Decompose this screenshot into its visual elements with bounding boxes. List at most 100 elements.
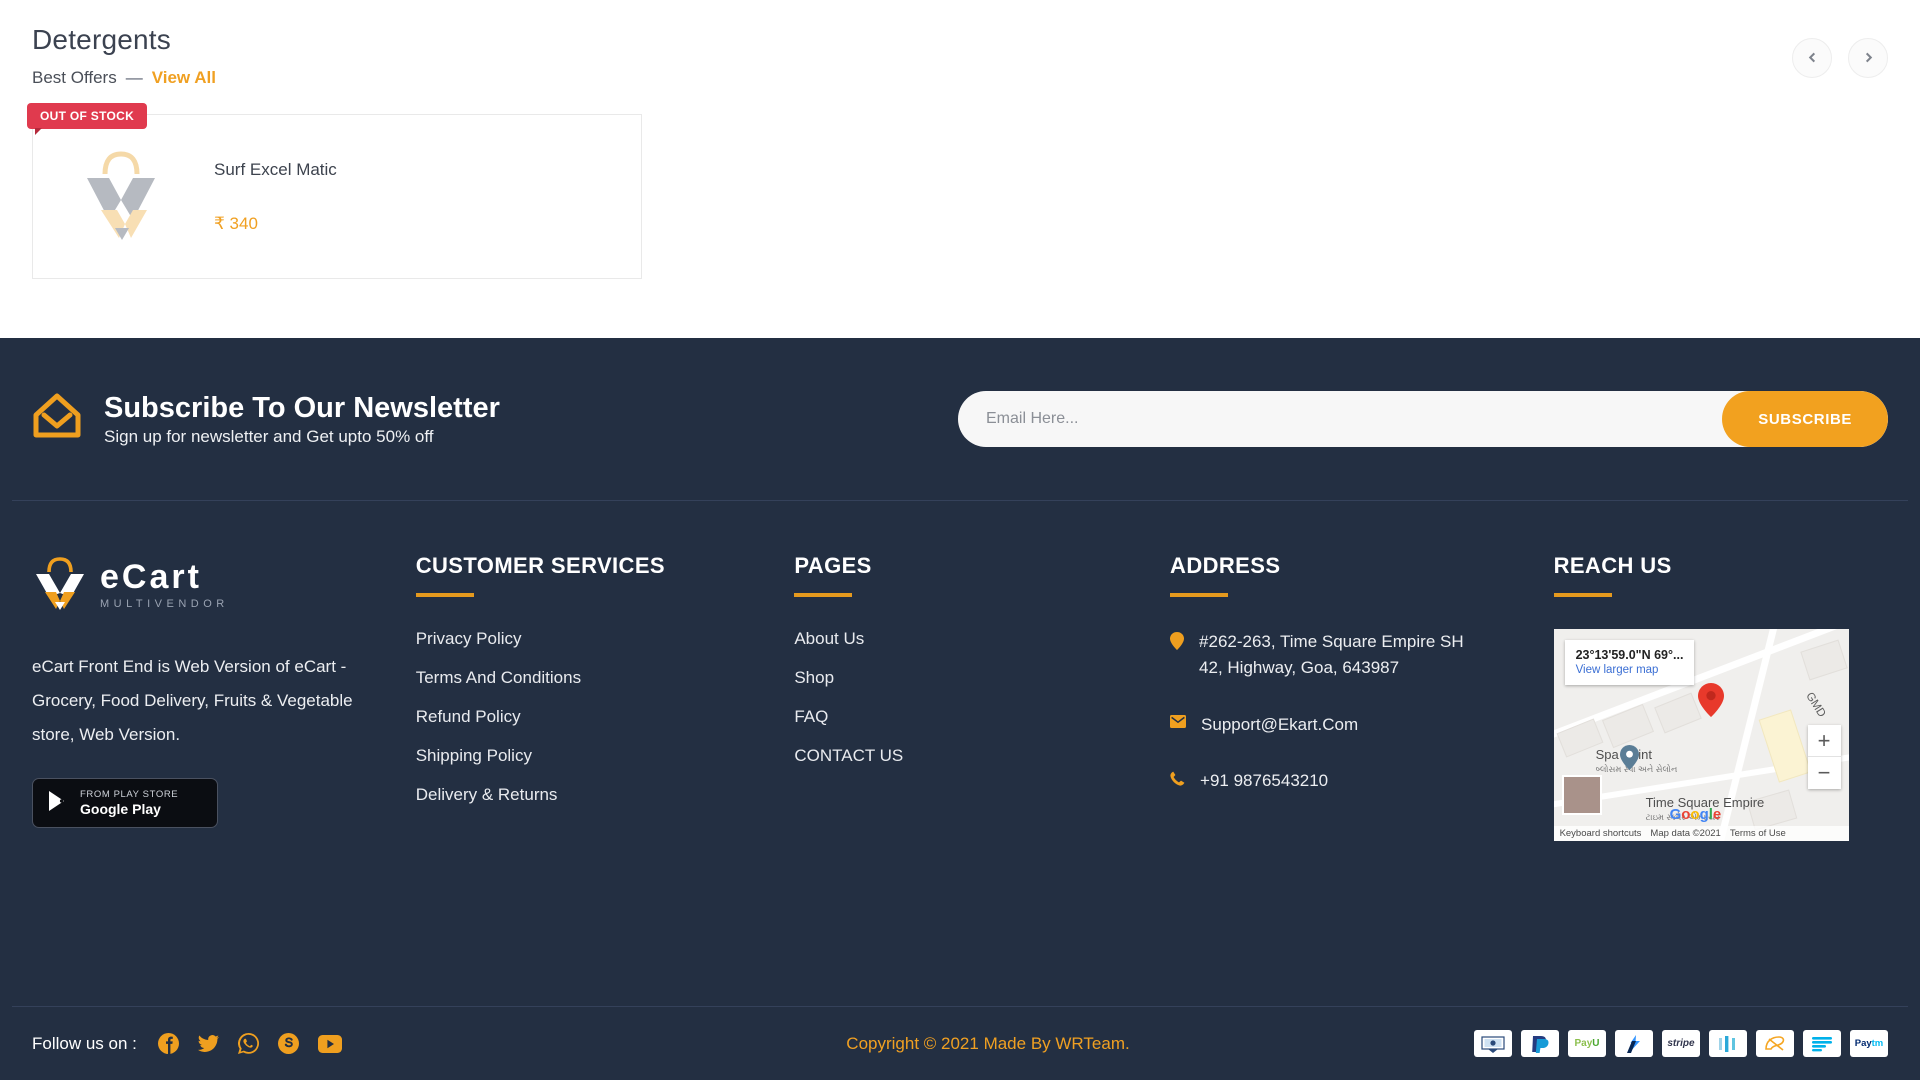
address-email: Support@Ekart.Com [1201,714,1359,734]
customer-services-links: Privacy Policy Terms And Conditions Refu… [416,629,765,805]
map-coordinates: 23°13'59.0"N 69°... [1575,648,1684,662]
view-larger-map-link[interactable]: View larger map [1576,664,1684,676]
map-info-card: 23°13'59.0"N 69°... View larger map [1564,640,1695,685]
logo-text: eCart MULTIVENDOR [100,560,229,610]
play-badge-text: FROM PLAY STORE Google Play [80,789,178,817]
heading-underline [1553,593,1612,597]
link-shipping-policy[interactable]: Shipping Policy [416,746,765,766]
link-shop[interactable]: Shop [794,668,1140,688]
carousel-next-button[interactable] [1848,38,1888,78]
payment-methods: PayU stripe Paytm [1474,1030,1888,1057]
twitter-icon[interactable] [197,1034,219,1053]
heading-underline [1170,593,1229,597]
subscribe-button[interactable]: SUBSCRIBE [1722,391,1888,447]
map-attribution-bar: Keyboard shortcuts Map data ©2021 Terms … [1553,826,1849,841]
email-icon [1170,712,1187,733]
chevron-right-icon [1863,48,1874,68]
map-data-copyright: Map data ©2021 [1650,828,1721,839]
ecart-placeholder-icon [75,144,167,249]
map-zoom-in-button[interactable]: + [1807,725,1841,757]
chevron-left-icon [1807,48,1818,68]
whatsapp-icon[interactable] [237,1033,259,1054]
address-phone: +91 9876543210 [1200,771,1329,791]
map-terms-of-use[interactable]: Terms of Use [1730,828,1786,839]
footer-columns: eCart MULTIVENDOR eCart Front End is Web… [0,501,1920,1006]
product-card[interactable]: OUT OF STOCK Surf Excel Matic ₹ 340 [27,103,642,279]
section-subtitle: Best Offers — View All [32,68,216,88]
map-zoom-out-button[interactable]: − [1808,757,1841,789]
play-badge-small: FROM PLAY STORE [80,789,179,800]
product-price: ₹ 340 [214,213,258,233]
map-block [1653,692,1702,734]
newsletter-section: Subscribe To Our Newsletter Sign up for … [0,338,1920,500]
paypal-icon [1521,1030,1559,1057]
link-refund-policy[interactable]: Refund Policy [416,707,765,727]
reach-us-heading: REACH US [1553,553,1672,578]
map-marker-red-icon[interactable] [1697,683,1724,722]
map-street-view-thumbnail[interactable] [1561,775,1602,815]
map-keyboard-shortcuts[interactable]: Keyboard shortcuts [1560,828,1642,839]
cod-icon [1474,1030,1512,1057]
logo[interactable]: eCart MULTIVENDOR [32,553,376,616]
copyright-prefix: Copyright © 2021 Made By [846,1033,1056,1053]
brand-description: eCart Front End is Web Version of eCart … [32,657,353,744]
newsletter-title: Subscribe To Our Newsletter [104,391,500,424]
social-links: Follow us on : [32,1033,502,1054]
newsletter-text: Subscribe To Our Newsletter Sign up for … [104,391,500,448]
footer-address-column: ADDRESS #262-263, Time Square Empire SH … [1170,553,1554,1006]
product-list: OUT OF STOCK Surf Excel Matic ₹ 340 [27,103,1888,279]
razorpay-icon [1615,1030,1653,1057]
footer-customer-services-column: CUSTOMER SERVICES Privacy Policy Terms A… [415,553,795,1006]
address-phone-row[interactable]: +91 9876543210 [1170,768,1524,794]
map-marker-blue-icon[interactable] [1619,745,1639,775]
section-header: Detergents Best Offers — View All [32,24,1888,88]
carousel-prev-button[interactable] [1792,38,1832,78]
brand-tagline: MULTIVENDOR [100,597,229,610]
link-delivery-returns[interactable]: Delivery & Returns [416,785,765,805]
page-title: Detergents [32,24,171,55]
ecart-logo-icon [32,553,88,616]
flutterwave-icon [1756,1030,1794,1057]
youtube-icon[interactable] [317,1034,342,1053]
heading-underline [415,593,474,597]
product-carousel-section: Detergents Best Offers — View All OUT OF… [0,0,1920,338]
copyright-brand[interactable]: WRTeam. [1055,1034,1129,1053]
payu-icon: PayU [1568,1030,1606,1057]
section-heading-group: Detergents Best Offers — View All [32,24,216,88]
paystack-icon [1709,1030,1747,1057]
customer-services-heading: CUSTOMER SERVICES [415,553,665,578]
play-store-icon [47,789,69,818]
email-input[interactable] [958,410,1723,428]
footer-pages-column: PAGES About Us Shop FAQ CONTACT US [794,553,1170,1006]
newsletter-form: SUBSCRIBE [958,391,1888,447]
link-terms-and-conditions[interactable]: Terms And Conditions [416,668,765,688]
google-logo: Google [1669,806,1722,823]
address-street-row: #262-263, Time Square Empire SH 42, High… [1170,629,1524,682]
link-privacy-policy[interactable]: Privacy Policy [416,629,765,649]
footer-reach-us-column: REACH US GMD 23°13'59.0"N 69°... View la… [1553,553,1888,1006]
newsletter-subtitle: Sign up for newsletter and Get upto 50% … [104,427,434,447]
follow-us-label: Follow us on : [32,1033,137,1053]
best-offers-label: Best Offers [32,68,117,87]
map-block [1799,639,1848,681]
link-faq[interactable]: FAQ [794,707,1140,727]
product-info: Surf Excel Matic ₹ 340 [208,160,337,234]
address-heading: ADDRESS [1170,553,1281,578]
link-about-us[interactable]: About Us [794,629,1140,649]
site-footer: Subscribe To Our Newsletter Sign up for … [0,338,1920,1080]
address-street: #262-263, Time Square Empire SH 42, High… [1199,632,1464,678]
view-all-link[interactable]: View All [152,68,216,88]
pages-heading: PAGES [794,553,872,578]
newsletter-heading-group: Subscribe To Our Newsletter Sign up for … [32,391,500,448]
facebook-icon[interactable] [157,1033,179,1054]
carousel-nav [1792,38,1888,78]
address-email-row[interactable]: Support@Ekart.Com [1170,712,1524,738]
link-contact-us[interactable]: CONTACT US [794,746,1140,766]
copyright-text: Copyright © 2021 Made By WRTeam. [502,1034,1474,1054]
paytm-icon: Paytm [1850,1030,1888,1057]
map-road-label: GMD [1802,690,1828,720]
google-play-button[interactable]: FROM PLAY STORE Google Play [32,778,218,828]
map-zoom-controls: + − [1807,725,1841,789]
google-map-embed[interactable]: GMD 23°13'59.0"N 69°... View larger map [1553,629,1849,841]
skype-icon[interactable] [277,1033,299,1054]
